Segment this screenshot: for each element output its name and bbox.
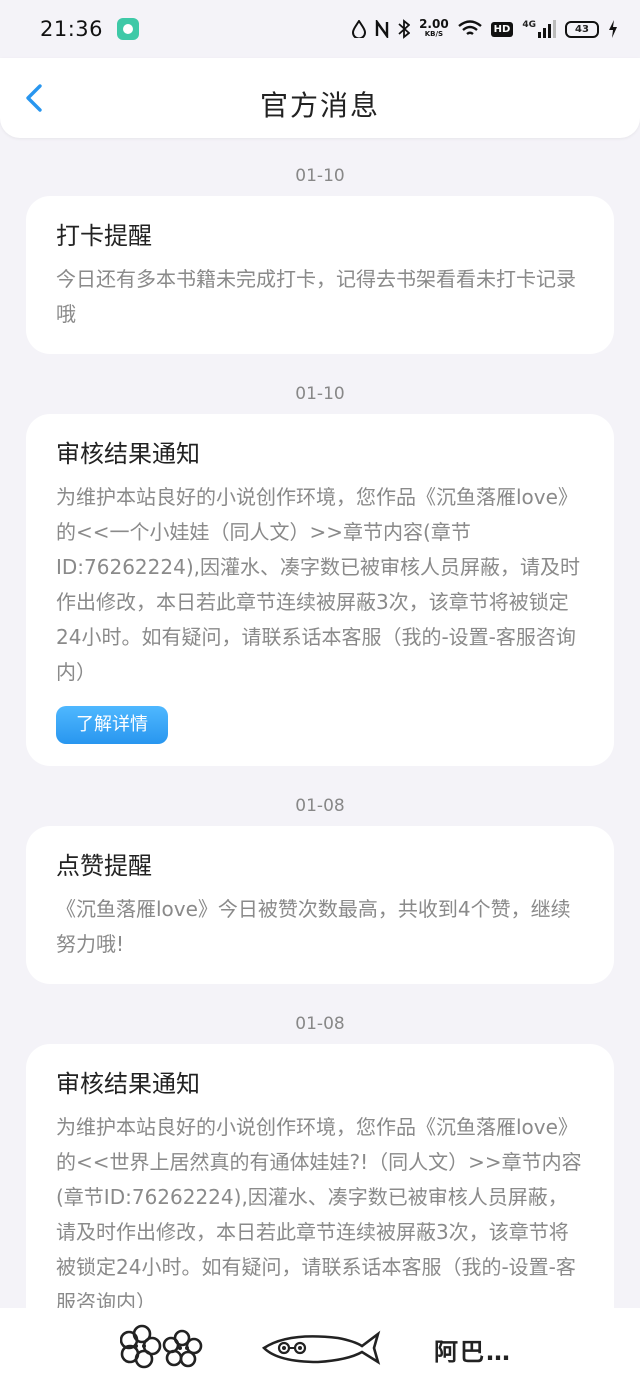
- message-body: 今日还有多本书籍未完成打卡，记得去书架看看未打卡记录哦: [56, 267, 576, 326]
- flowers-icon: [120, 1324, 203, 1369]
- message-date: 01-10: [295, 166, 345, 186]
- message-card[interactable]: 审核结果通知 为维护本站良好的小说创作环境，您作品《沉鱼落雁love》的<<世界…: [26, 1044, 614, 1342]
- page-title: 官方消息: [259, 89, 380, 122]
- message-body: 为维护本站良好的小说创作环境，您作品《沉鱼落雁love》的<<世界上居然真的有通…: [56, 1115, 582, 1314]
- cell-signal: 4G: [522, 20, 556, 38]
- message-body: 《沉鱼落雁love》今日被赞次数最高，共收到4个赞，继续努力哦!: [56, 897, 571, 956]
- message-title: 打卡提醒: [56, 222, 152, 250]
- app-notification-icon: [117, 18, 140, 40]
- wifi-icon: [457, 20, 482, 35]
- status-time: 21:36: [40, 17, 104, 41]
- net-speed: 2.00 KB/S: [419, 17, 449, 38]
- nfc-icon: [375, 20, 389, 38]
- charging-icon: [609, 20, 617, 38]
- water-drop-icon: [352, 20, 367, 38]
- message-body: 为维护本站良好的小说创作环境，您作品《沉鱼落雁love》的<<一个小娃娃（同人文…: [56, 485, 580, 684]
- bluetooth-icon: [398, 19, 411, 39]
- message-date: 01-08: [295, 796, 345, 816]
- learn-more-button[interactable]: 了解详情: [56, 706, 168, 744]
- status-bar: 21:36 2.00 KB/S HD 4G 43: [0, 0, 640, 58]
- bottom-bar: 阿巴…: [0, 1308, 640, 1387]
- header-bar: 官方消息: [0, 58, 640, 138]
- status-icons: 2.00 KB/S HD 4G 43: [352, 17, 618, 39]
- message-title: 审核结果通知: [56, 1070, 200, 1098]
- fish-icon: [261, 1330, 381, 1365]
- message-card[interactable]: 点赞提醒 《沉鱼落雁love》今日被赞次数最高，共收到4个赞，继续努力哦!: [26, 826, 614, 984]
- message-card[interactable]: 审核结果通知 为维护本站良好的小说创作环境，您作品《沉鱼落雁love》的<<一个…: [26, 414, 614, 766]
- message-title: 点赞提醒: [56, 852, 152, 880]
- message-list: 01-10 打卡提醒 今日还有多本书籍未完成打卡，记得去书架看看未打卡记录哦 0…: [0, 138, 640, 1342]
- message-title: 审核结果通知: [56, 440, 200, 468]
- bottom-label: 阿巴…: [434, 1338, 512, 1366]
- message-card[interactable]: 打卡提醒 今日还有多本书籍未完成打卡，记得去书架看看未打卡记录哦: [26, 196, 614, 354]
- hd-badge: HD: [490, 21, 514, 37]
- message-date: 01-08: [295, 1014, 345, 1034]
- message-date: 01-10: [295, 384, 345, 404]
- battery-indicator: 43: [565, 20, 599, 38]
